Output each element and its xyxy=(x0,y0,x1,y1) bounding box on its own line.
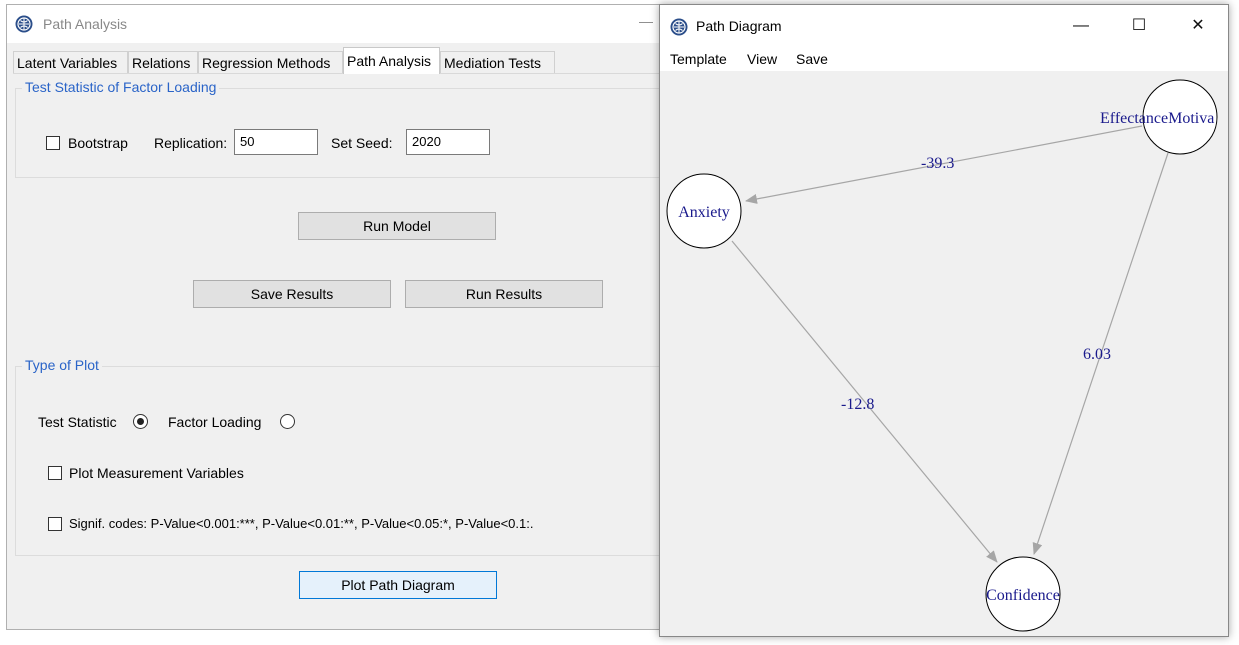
node-confidence[interactable]: Confidence xyxy=(985,556,1061,632)
replication-label: Replication: xyxy=(154,135,228,151)
node-label-confidence: Confidence xyxy=(986,587,1060,604)
app-icon xyxy=(670,18,688,36)
main-window-title: Path Analysis xyxy=(43,16,128,32)
node-label-effectance: EffectanceMotiva xyxy=(1100,110,1214,127)
test-statistic-group-title: Test Statistic of Factor Loading xyxy=(22,79,220,95)
tab-relations[interactable]: Relations xyxy=(128,51,198,73)
edge-label-anxiety-confidence: -12.8 xyxy=(841,396,874,413)
diagram-menubar: Template View Save xyxy=(660,47,1228,71)
plot-measurement-checkbox[interactable] xyxy=(48,466,62,480)
signif-codes-label: Signif. codes: P-Value<0.001:***, P-Valu… xyxy=(69,516,534,531)
run-results-button[interactable]: Run Results xyxy=(405,280,603,308)
test-statistic-radio[interactable] xyxy=(133,414,148,429)
test-statistic-group: Test Statistic of Factor Loading Bootstr… xyxy=(15,79,675,178)
bootstrap-checkbox[interactable] xyxy=(46,136,60,150)
diagram-canvas: -39.3 6.03 -12.8 EffectanceMotiva Anxiet… xyxy=(660,71,1228,636)
plot-measurement-label: Plot Measurement Variables xyxy=(69,465,244,481)
save-results-button[interactable]: Save Results xyxy=(193,280,391,308)
seed-label: Set Seed: xyxy=(331,135,393,151)
minimize-icon[interactable]: — xyxy=(639,13,653,29)
seed-input[interactable]: 2020 xyxy=(406,129,490,155)
tab-path-analysis[interactable]: Path Analysis xyxy=(343,47,440,74)
type-of-plot-group: Type of Plot Test Statistic Factor Loadi… xyxy=(15,357,675,556)
maximize-icon[interactable]: ☐ xyxy=(1128,15,1150,37)
menu-template[interactable]: Template xyxy=(670,51,727,67)
factor-loading-radio[interactable] xyxy=(280,414,295,429)
close-icon[interactable]: ✕ xyxy=(1187,15,1209,37)
diagram-window-title: Path Diagram xyxy=(696,18,782,34)
run-model-button[interactable]: Run Model xyxy=(298,212,496,240)
plot-path-diagram-button[interactable]: Plot Path Diagram xyxy=(299,571,497,599)
app-icon xyxy=(15,15,33,33)
menu-view[interactable]: View xyxy=(747,51,777,67)
path-diagram-svg: -39.3 6.03 -12.8 EffectanceMotiva Anxiet… xyxy=(666,79,1218,632)
node-effectance-motivation[interactable]: EffectanceMotiva xyxy=(1100,79,1218,155)
test-statistic-radio-label: Test Statistic xyxy=(38,414,117,430)
node-anxiety[interactable]: Anxiety xyxy=(666,173,742,249)
tab-mediation-tests[interactable]: Mediation Tests xyxy=(440,51,555,73)
signif-codes-checkbox[interactable] xyxy=(48,517,62,531)
minimize-icon[interactable]: — xyxy=(1070,15,1092,37)
edge-label-effectance-anxiety: -39.3 xyxy=(921,155,954,172)
menu-save[interactable]: Save xyxy=(796,51,828,67)
node-label-anxiety: Anxiety xyxy=(678,204,730,221)
path-diagram-window: Path Diagram — ☐ ✕ Template View Save -3… xyxy=(659,4,1229,637)
edge-label-effectance-confidence: 6.03 xyxy=(1083,346,1111,363)
factor-loading-radio-label: Factor Loading xyxy=(168,414,262,430)
diagram-titlebar[interactable]: Path Diagram — ☐ ✕ xyxy=(660,5,1228,47)
type-of-plot-group-title: Type of Plot xyxy=(22,357,102,373)
replication-input[interactable]: 50 xyxy=(234,129,318,155)
tab-regression-methods[interactable]: Regression Methods xyxy=(198,51,343,73)
bootstrap-label: Bootstrap xyxy=(68,135,128,151)
tab-latent-variables[interactable]: Latent Variables xyxy=(13,51,128,73)
